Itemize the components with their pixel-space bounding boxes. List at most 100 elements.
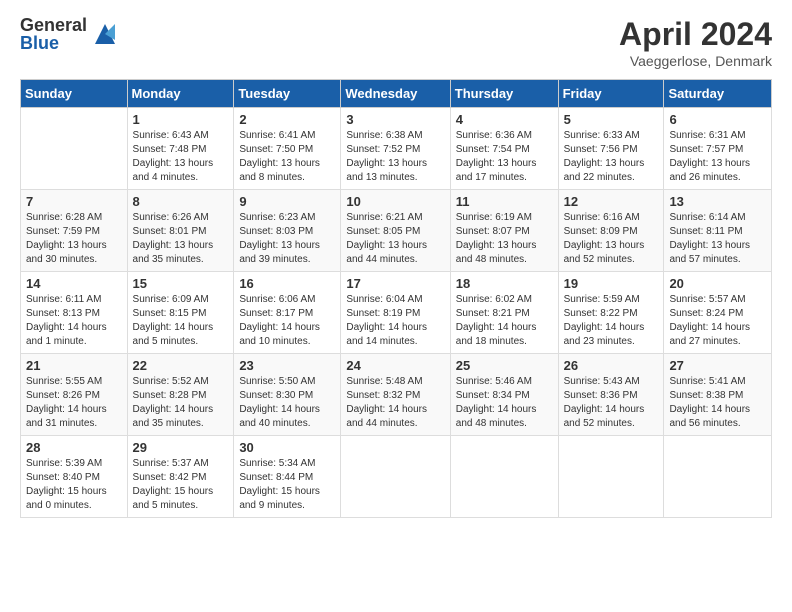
sunset-text: Sunset: 8:30 PM <box>239 390 313 401</box>
sunrise-text: Sunrise: 5:46 AM <box>456 376 532 387</box>
sunset-text: Sunset: 7:52 PM <box>346 144 420 155</box>
day-info: Sunrise: 5:37 AM Sunset: 8:42 PM Dayligh… <box>133 457 229 513</box>
sunrise-text: Sunrise: 6:06 AM <box>239 294 315 305</box>
day-info: Sunrise: 6:31 AM Sunset: 7:57 PM Dayligh… <box>669 129 766 185</box>
sunrise-text: Sunrise: 6:26 AM <box>133 212 209 223</box>
sunrise-text: Sunrise: 6:36 AM <box>456 130 532 141</box>
calendar-cell <box>341 436 450 518</box>
day-number: 19 <box>564 276 659 291</box>
daylight-text: Daylight: 15 hours and 5 minutes. <box>133 486 214 511</box>
sunset-text: Sunset: 8:38 PM <box>669 390 743 401</box>
sunrise-text: Sunrise: 6:33 AM <box>564 130 640 141</box>
calendar-cell: 17 Sunrise: 6:04 AM Sunset: 8:19 PM Dayl… <box>341 272 450 354</box>
calendar-cell: 15 Sunrise: 6:09 AM Sunset: 8:15 PM Dayl… <box>127 272 234 354</box>
logo-icon <box>91 20 119 48</box>
calendar-cell: 16 Sunrise: 6:06 AM Sunset: 8:17 PM Dayl… <box>234 272 341 354</box>
day-number: 3 <box>346 112 444 127</box>
day-info: Sunrise: 5:39 AM Sunset: 8:40 PM Dayligh… <box>26 457 122 513</box>
calendar-week-row: 7 Sunrise: 6:28 AM Sunset: 7:59 PM Dayli… <box>21 190 772 272</box>
logo-blue-text: Blue <box>20 34 87 52</box>
calendar-cell: 11 Sunrise: 6:19 AM Sunset: 8:07 PM Dayl… <box>450 190 558 272</box>
day-number: 22 <box>133 358 229 373</box>
col-thursday: Thursday <box>450 80 558 108</box>
daylight-text: Daylight: 13 hours and 22 minutes. <box>564 158 645 183</box>
sunset-text: Sunset: 8:19 PM <box>346 308 420 319</box>
day-info: Sunrise: 6:04 AM Sunset: 8:19 PM Dayligh… <box>346 293 444 349</box>
sunset-text: Sunset: 8:17 PM <box>239 308 313 319</box>
day-info: Sunrise: 6:33 AM Sunset: 7:56 PM Dayligh… <box>564 129 659 185</box>
sunrise-text: Sunrise: 6:23 AM <box>239 212 315 223</box>
daylight-text: Daylight: 14 hours and 31 minutes. <box>26 404 107 429</box>
day-number: 12 <box>564 194 659 209</box>
day-info: Sunrise: 6:36 AM Sunset: 7:54 PM Dayligh… <box>456 129 553 185</box>
calendar-cell: 12 Sunrise: 6:16 AM Sunset: 8:09 PM Dayl… <box>558 190 664 272</box>
day-number: 17 <box>346 276 444 291</box>
day-info: Sunrise: 5:59 AM Sunset: 8:22 PM Dayligh… <box>564 293 659 349</box>
day-info: Sunrise: 6:21 AM Sunset: 8:05 PM Dayligh… <box>346 211 444 267</box>
day-number: 14 <box>26 276 122 291</box>
calendar-cell <box>558 436 664 518</box>
sunrise-text: Sunrise: 5:57 AM <box>669 294 745 305</box>
day-number: 27 <box>669 358 766 373</box>
sunrise-text: Sunrise: 5:50 AM <box>239 376 315 387</box>
daylight-text: Daylight: 14 hours and 5 minutes. <box>133 322 214 347</box>
daylight-text: Daylight: 14 hours and 18 minutes. <box>456 322 537 347</box>
title-block: April 2024 Vaeggerlose, Denmark <box>619 16 772 69</box>
sunset-text: Sunset: 8:40 PM <box>26 472 100 483</box>
sunrise-text: Sunrise: 6:16 AM <box>564 212 640 223</box>
sunset-text: Sunset: 8:22 PM <box>564 308 638 319</box>
logo: General Blue <box>20 16 119 52</box>
sunset-text: Sunset: 7:59 PM <box>26 226 100 237</box>
calendar-cell: 29 Sunrise: 5:37 AM Sunset: 8:42 PM Dayl… <box>127 436 234 518</box>
sunrise-text: Sunrise: 5:34 AM <box>239 458 315 469</box>
col-saturday: Saturday <box>664 80 772 108</box>
calendar-cell: 2 Sunrise: 6:41 AM Sunset: 7:50 PM Dayli… <box>234 108 341 190</box>
day-info: Sunrise: 6:02 AM Sunset: 8:21 PM Dayligh… <box>456 293 553 349</box>
calendar-cell: 13 Sunrise: 6:14 AM Sunset: 8:11 PM Dayl… <box>664 190 772 272</box>
sunrise-text: Sunrise: 5:52 AM <box>133 376 209 387</box>
day-info: Sunrise: 6:09 AM Sunset: 8:15 PM Dayligh… <box>133 293 229 349</box>
sunset-text: Sunset: 7:48 PM <box>133 144 207 155</box>
month-title: April 2024 <box>619 16 772 53</box>
calendar-cell: 6 Sunrise: 6:31 AM Sunset: 7:57 PM Dayli… <box>664 108 772 190</box>
daylight-text: Daylight: 13 hours and 17 minutes. <box>456 158 537 183</box>
sunrise-text: Sunrise: 5:48 AM <box>346 376 422 387</box>
day-number: 21 <box>26 358 122 373</box>
day-number: 7 <box>26 194 122 209</box>
sunrise-text: Sunrise: 6:43 AM <box>133 130 209 141</box>
sunset-text: Sunset: 8:21 PM <box>456 308 530 319</box>
sunset-text: Sunset: 7:56 PM <box>564 144 638 155</box>
sunrise-text: Sunrise: 6:41 AM <box>239 130 315 141</box>
daylight-text: Daylight: 13 hours and 30 minutes. <box>26 240 107 265</box>
calendar-cell <box>450 436 558 518</box>
day-info: Sunrise: 6:06 AM Sunset: 8:17 PM Dayligh… <box>239 293 335 349</box>
day-number: 4 <box>456 112 553 127</box>
sunset-text: Sunset: 8:05 PM <box>346 226 420 237</box>
calendar-cell: 10 Sunrise: 6:21 AM Sunset: 8:05 PM Dayl… <box>341 190 450 272</box>
daylight-text: Daylight: 14 hours and 27 minutes. <box>669 322 750 347</box>
day-info: Sunrise: 5:55 AM Sunset: 8:26 PM Dayligh… <box>26 375 122 431</box>
daylight-text: Daylight: 14 hours and 48 minutes. <box>456 404 537 429</box>
calendar-cell: 28 Sunrise: 5:39 AM Sunset: 8:40 PM Dayl… <box>21 436 128 518</box>
sunrise-text: Sunrise: 6:14 AM <box>669 212 745 223</box>
sunrise-text: Sunrise: 6:02 AM <box>456 294 532 305</box>
daylight-text: Daylight: 13 hours and 35 minutes. <box>133 240 214 265</box>
daylight-text: Daylight: 14 hours and 10 minutes. <box>239 322 320 347</box>
day-number: 26 <box>564 358 659 373</box>
col-sunday: Sunday <box>21 80 128 108</box>
daylight-text: Daylight: 13 hours and 44 minutes. <box>346 240 427 265</box>
location: Vaeggerlose, Denmark <box>619 53 772 69</box>
calendar-cell: 14 Sunrise: 6:11 AM Sunset: 8:13 PM Dayl… <box>21 272 128 354</box>
sunrise-text: Sunrise: 6:21 AM <box>346 212 422 223</box>
calendar-cell: 24 Sunrise: 5:48 AM Sunset: 8:32 PM Dayl… <box>341 354 450 436</box>
calendar-cell: 4 Sunrise: 6:36 AM Sunset: 7:54 PM Dayli… <box>450 108 558 190</box>
day-number: 23 <box>239 358 335 373</box>
sunset-text: Sunset: 8:03 PM <box>239 226 313 237</box>
day-info: Sunrise: 6:16 AM Sunset: 8:09 PM Dayligh… <box>564 211 659 267</box>
day-number: 11 <box>456 194 553 209</box>
day-number: 25 <box>456 358 553 373</box>
col-monday: Monday <box>127 80 234 108</box>
sunset-text: Sunset: 8:11 PM <box>669 226 742 237</box>
sunset-text: Sunset: 8:42 PM <box>133 472 207 483</box>
calendar-table: Sunday Monday Tuesday Wednesday Thursday… <box>20 79 772 518</box>
